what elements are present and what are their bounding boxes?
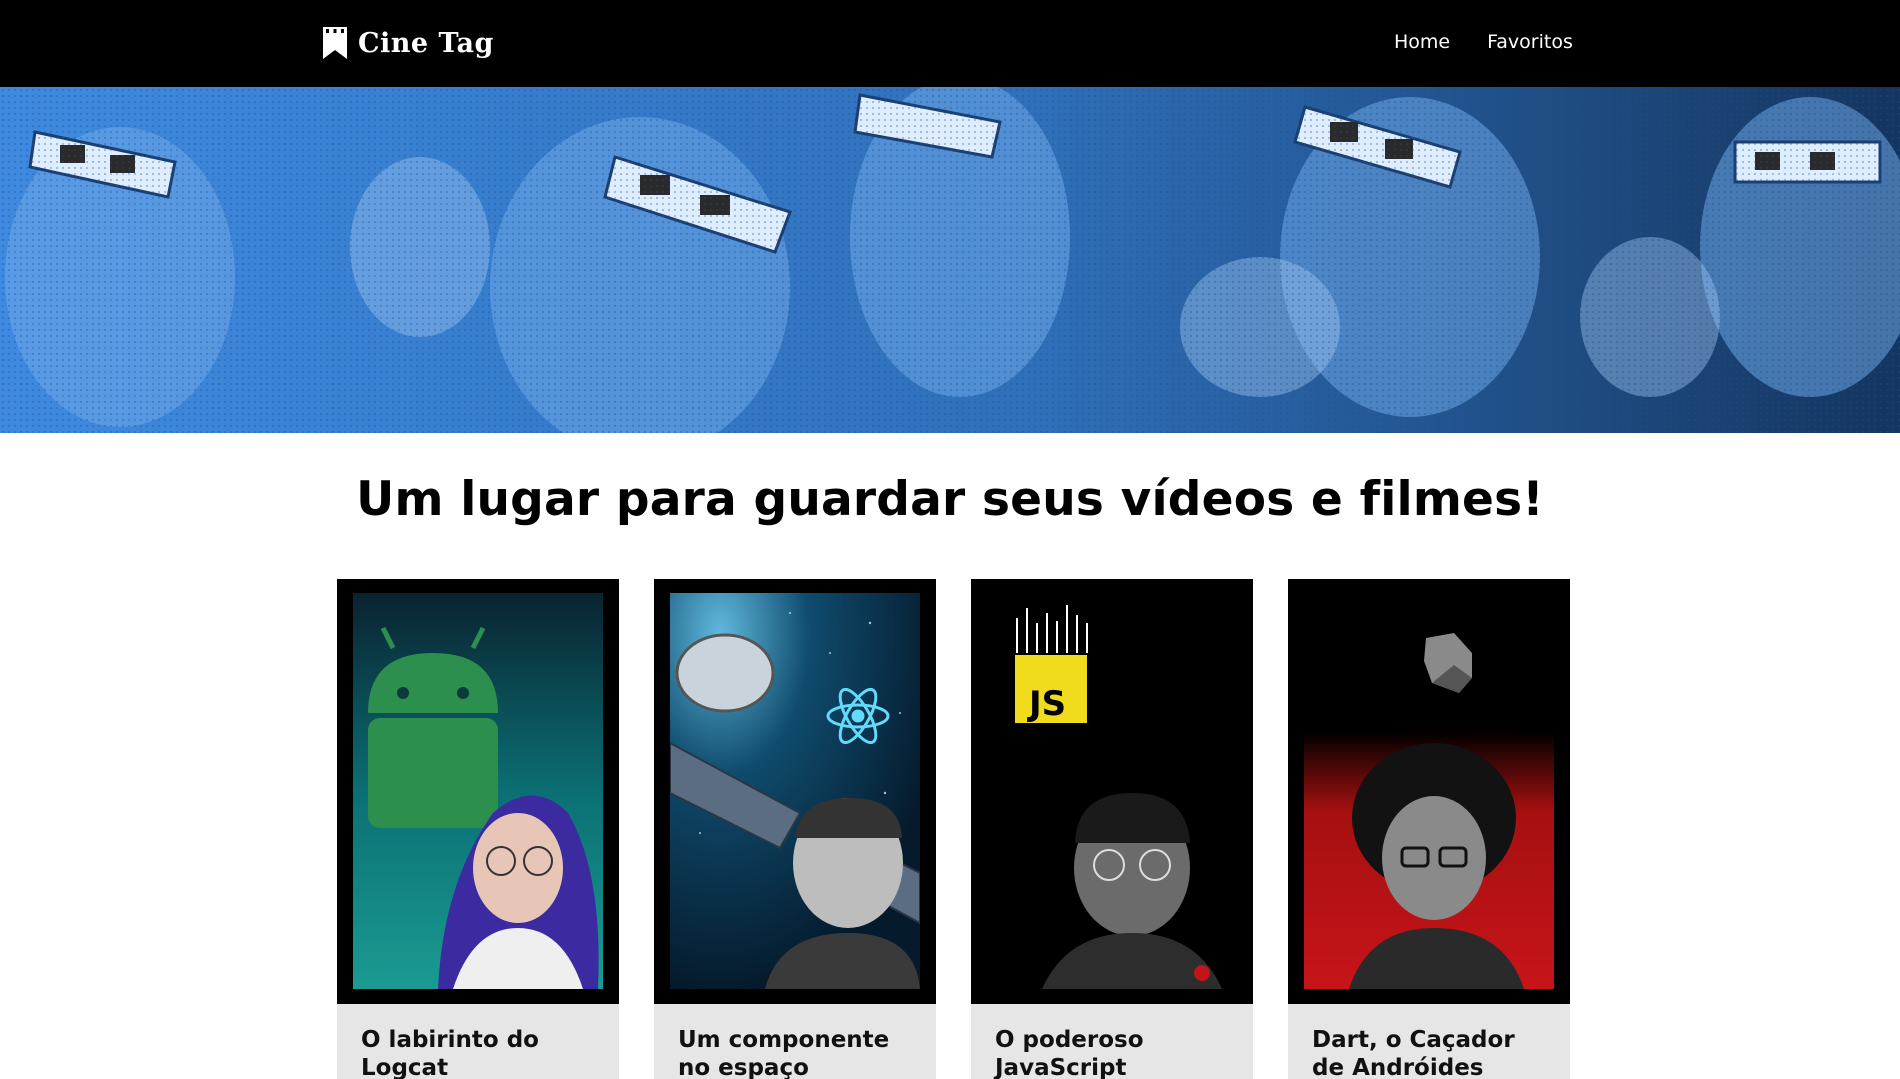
main-nav: Home Favoritos [1394, 31, 1573, 53]
nav-link-home[interactable]: Home [1394, 31, 1450, 53]
page-title: Um lugar para guardar seus vídeos e film… [356, 472, 1544, 527]
video-card-list: O labirinto do Logcat Um componente no e… [337, 579, 1570, 1079]
hero-banner [0, 87, 1900, 433]
nav-link-favoritos[interactable]: Favoritos [1487, 31, 1573, 53]
thumbnail-art [353, 593, 603, 989]
thumbnail-art [1304, 593, 1554, 989]
svg-text:JS: JS [1027, 684, 1066, 724]
video-card[interactable]: JS O poderoso JavaScript [971, 579, 1253, 1079]
video-thumbnail [1288, 579, 1570, 1004]
top-navbar: Cine Tag Home Favoritos [0, 0, 1900, 87]
video-title: O poderoso JavaScript [995, 1027, 1144, 1079]
video-thumbnail [337, 579, 619, 1004]
video-card[interactable]: O labirinto do Logcat [337, 579, 619, 1079]
video-thumbnail [654, 579, 936, 1004]
bookmark-film-icon [323, 27, 347, 59]
video-thumbnail: JS [971, 579, 1253, 1004]
video-title: Um componente no espaço [678, 1027, 890, 1079]
video-title: O labirinto do Logcat [361, 1027, 539, 1079]
thumbnail-art: JS [987, 593, 1237, 989]
video-title: Dart, o Caçador de Andróides [1312, 1027, 1515, 1079]
thumbnail-art [670, 593, 920, 989]
javascript-icon: JS [1015, 655, 1087, 724]
logo[interactable]: Cine Tag [322, 23, 494, 63]
video-card[interactable]: Dart, o Caçador de Andróides [1288, 579, 1570, 1079]
logo-text: Cine Tag [358, 27, 494, 59]
video-card[interactable]: Um componente no espaço [654, 579, 936, 1079]
audience-3d-glasses-image [0, 87, 1900, 433]
